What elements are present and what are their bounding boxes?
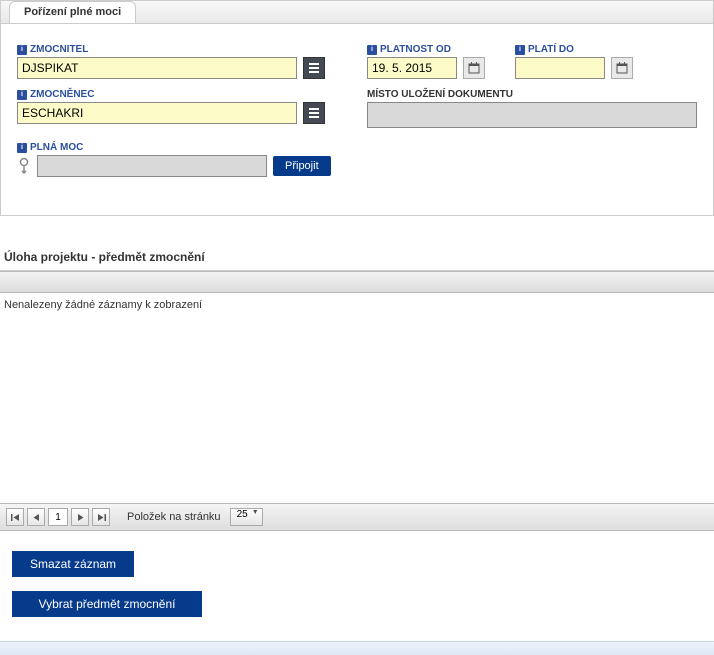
select-subject-button[interactable]: Vybrat předmět zmocnění <box>12 591 202 617</box>
zmocnenec-input[interactable] <box>17 102 297 124</box>
pager-next-button[interactable] <box>71 508 89 526</box>
tab-title: Pořízení plné moci <box>9 1 136 23</box>
platnost-od-label: i PLATNOST OD <box>367 44 485 55</box>
info-icon: i <box>17 45 27 55</box>
zmocnenec-lookup-button[interactable] <box>303 102 325 124</box>
delete-button[interactable]: Smazat záznam <box>12 551 134 577</box>
plati-do-calendar-button[interactable] <box>611 57 633 79</box>
zmocnenec-label: i ZMOCNĚNEC <box>17 89 337 100</box>
section-title: Úloha projektu - předmět zmocnění <box>0 244 714 271</box>
attachment-icon <box>17 157 31 175</box>
plati-do-label: i PLATÍ DO <box>515 44 633 55</box>
column-left: i ZMOCNITEL i ZMOCNĚNEC <box>17 44 337 187</box>
plna-moc-input[interactable] <box>37 155 267 177</box>
pager-page-size-select[interactable]: 25 <box>230 508 263 526</box>
zmocnitel-label: i ZMOCNITEL <box>17 44 337 55</box>
column-right: i PLATNOST OD i PLATÍ DO <box>367 44 697 187</box>
tab-header: Pořízení plné moci <box>1 0 713 24</box>
main-panel: Pořízení plné moci i ZMOCNITEL i <box>0 0 714 216</box>
info-icon: i <box>17 90 27 100</box>
actions: Smazat záznam Vybrat předmět zmocnění <box>0 531 714 641</box>
pager-last-button[interactable] <box>92 508 110 526</box>
pager-page-input[interactable] <box>48 508 68 526</box>
misto-label: MÍSTO ULOŽENÍ DOKUMENTU <box>367 89 697 100</box>
plna-moc-label: i PLNÁ MOC <box>17 142 337 153</box>
grid-filter-bar <box>0 271 714 293</box>
zmocnitel-input[interactable] <box>17 57 297 79</box>
footer-bar <box>0 641 714 655</box>
plati-do-input[interactable] <box>515 57 605 79</box>
pager-items-label: Položek na stránku <box>127 511 221 523</box>
pager-prev-button[interactable] <box>27 508 45 526</box>
info-icon: i <box>17 143 27 153</box>
info-icon: i <box>367 45 377 55</box>
pripojit-button[interactable]: Připojit <box>273 156 331 176</box>
zmocnitel-lookup-button[interactable] <box>303 57 325 79</box>
pager: Položek na stránku 25 <box>0 503 714 531</box>
form-body: i ZMOCNITEL i ZMOCNĚNEC <box>1 24 713 215</box>
platnost-od-input[interactable] <box>367 57 457 79</box>
misto-input[interactable] <box>367 102 697 128</box>
grid-empty-message: Nenalezeny žádné záznamy k zobrazení <box>0 293 714 503</box>
platnost-od-calendar-button[interactable] <box>463 57 485 79</box>
pager-first-button[interactable] <box>6 508 24 526</box>
info-icon: i <box>515 45 525 55</box>
